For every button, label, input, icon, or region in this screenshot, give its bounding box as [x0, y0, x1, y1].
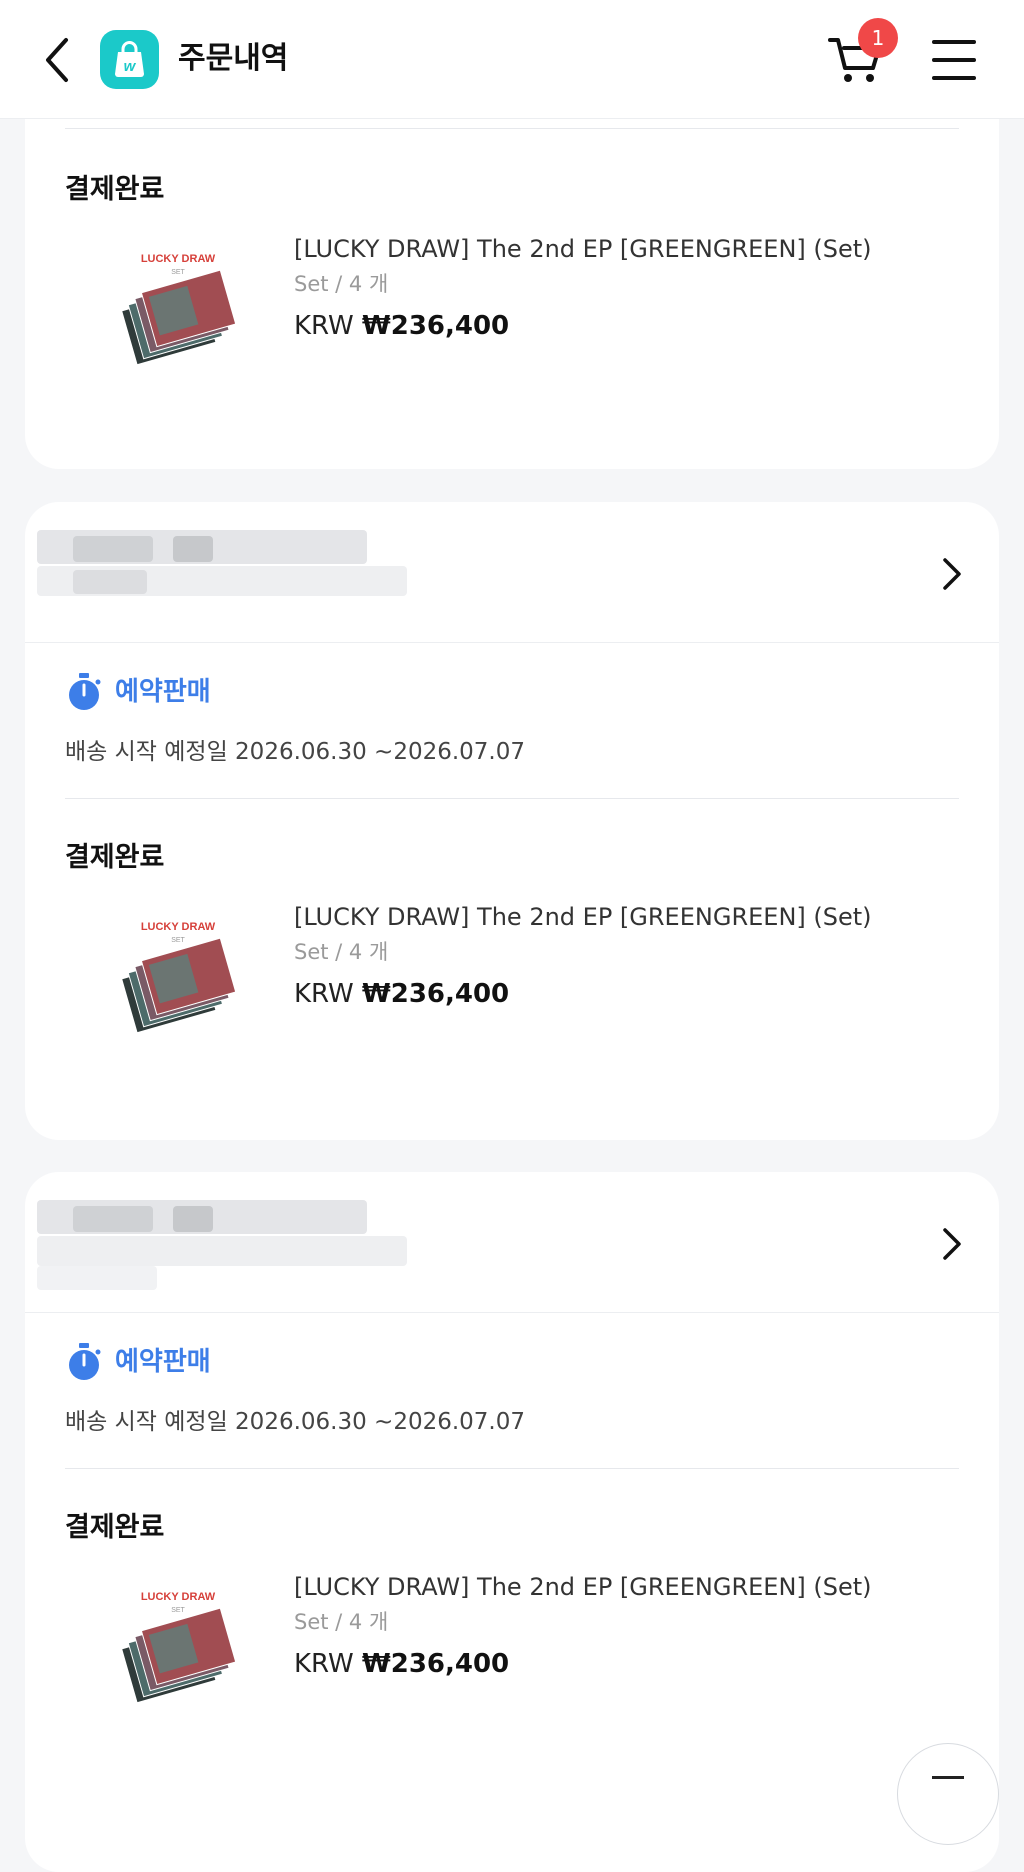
product-thumbnail[interactable]: LUCKY DRAW SET: [120, 246, 248, 370]
order-status: 결제완료: [65, 842, 165, 873]
product-price: KRW ₩236,400: [294, 308, 954, 344]
order-card: 예약판매 배송 시작 예정일 2026.06.30 ~2026.07.07 결제…: [25, 502, 999, 1140]
order-card: 예약판매 배송 시작 예정일 2026.06.30 ~2026.07.07 결제…: [25, 1172, 999, 1872]
product-name[interactable]: [LUCKY DRAW] The 2nd EP [GREENGREEN] (Se…: [294, 900, 954, 934]
shipping-date: 배송 시작 예정일 2026.06.30 ~2026.07.07: [65, 739, 526, 765]
reservation-label: 예약판매: [115, 1347, 211, 1377]
product-name[interactable]: [LUCKY DRAW] The 2nd EP [GREENGREEN] (Se…: [294, 232, 954, 266]
svg-text:SET: SET: [171, 937, 185, 944]
hamburger-menu-icon: [932, 40, 976, 80]
reservation-label: 예약판매: [115, 677, 211, 707]
price-amount: ₩236,400: [362, 311, 510, 341]
scroll-top-icon: [932, 1776, 964, 1779]
divider: [65, 1468, 959, 1469]
price-currency: KRW: [294, 1649, 354, 1679]
price-currency: KRW: [294, 979, 354, 1009]
chevron-left-icon: [46, 38, 68, 82]
chevron-right-icon: [937, 1224, 965, 1264]
order-status: 결제완료: [65, 1512, 165, 1543]
timer-icon: [69, 673, 101, 710]
svg-text:SET: SET: [171, 1607, 185, 1614]
order-status: 결제완료: [65, 174, 165, 205]
product-info: [LUCKY DRAW] The 2nd EP [GREENGREEN] (Se…: [294, 1570, 954, 1682]
app-header: w 주문내역 1: [0, 0, 1024, 119]
product-thumbnail[interactable]: LUCKY DRAW SET: [120, 1584, 248, 1708]
blurred-order-info: [37, 530, 437, 620]
menu-button[interactable]: [930, 34, 978, 86]
svg-text:LUCKY DRAW: LUCKY DRAW: [141, 253, 216, 265]
svg-text:LUCKY DRAW: LUCKY DRAW: [141, 1591, 216, 1603]
svg-text:SET: SET: [171, 269, 185, 276]
shipping-date: 배송 시작 예정일 2026.06.30 ~2026.07.07: [65, 1409, 526, 1435]
product-info: [LUCKY DRAW] The 2nd EP [GREENGREEN] (Se…: [294, 900, 954, 1012]
blurred-order-info: [37, 1200, 437, 1290]
product-price: KRW ₩236,400: [294, 1646, 954, 1682]
scroll-top-button[interactable]: [897, 1743, 999, 1845]
shopping-bag-icon: w: [100, 30, 159, 89]
price-amount: ₩236,400: [362, 1649, 510, 1679]
product-option: Set / 4 개: [294, 272, 389, 296]
svg-text:w: w: [124, 58, 137, 75]
price-currency: KRW: [294, 311, 354, 341]
product-option: Set / 4 개: [294, 1610, 389, 1634]
product-name[interactable]: [LUCKY DRAW] The 2nd EP [GREENGREEN] (Se…: [294, 1570, 954, 1604]
order-header-link[interactable]: [25, 502, 999, 643]
cart-count-badge: 1: [858, 18, 898, 58]
order-card: 결제완료 LUCKY DRAW SET [LUCKY DRAW] The 2nd…: [25, 80, 999, 469]
back-button[interactable]: [36, 32, 80, 88]
order-header-link[interactable]: [25, 1172, 999, 1313]
price-amount: ₩236,400: [362, 979, 510, 1009]
divider: [65, 798, 959, 799]
page-title: 주문내역: [178, 41, 289, 76]
chevron-right-icon: [937, 554, 965, 594]
product-option: Set / 4 개: [294, 940, 389, 964]
product-thumbnail[interactable]: LUCKY DRAW SET: [120, 914, 248, 1038]
product-info: [LUCKY DRAW] The 2nd EP [GREENGREEN] (Se…: [294, 232, 954, 344]
product-price: KRW ₩236,400: [294, 976, 954, 1012]
svg-text:LUCKY DRAW: LUCKY DRAW: [141, 921, 216, 933]
divider: [65, 128, 959, 129]
timer-icon: [69, 1343, 101, 1380]
